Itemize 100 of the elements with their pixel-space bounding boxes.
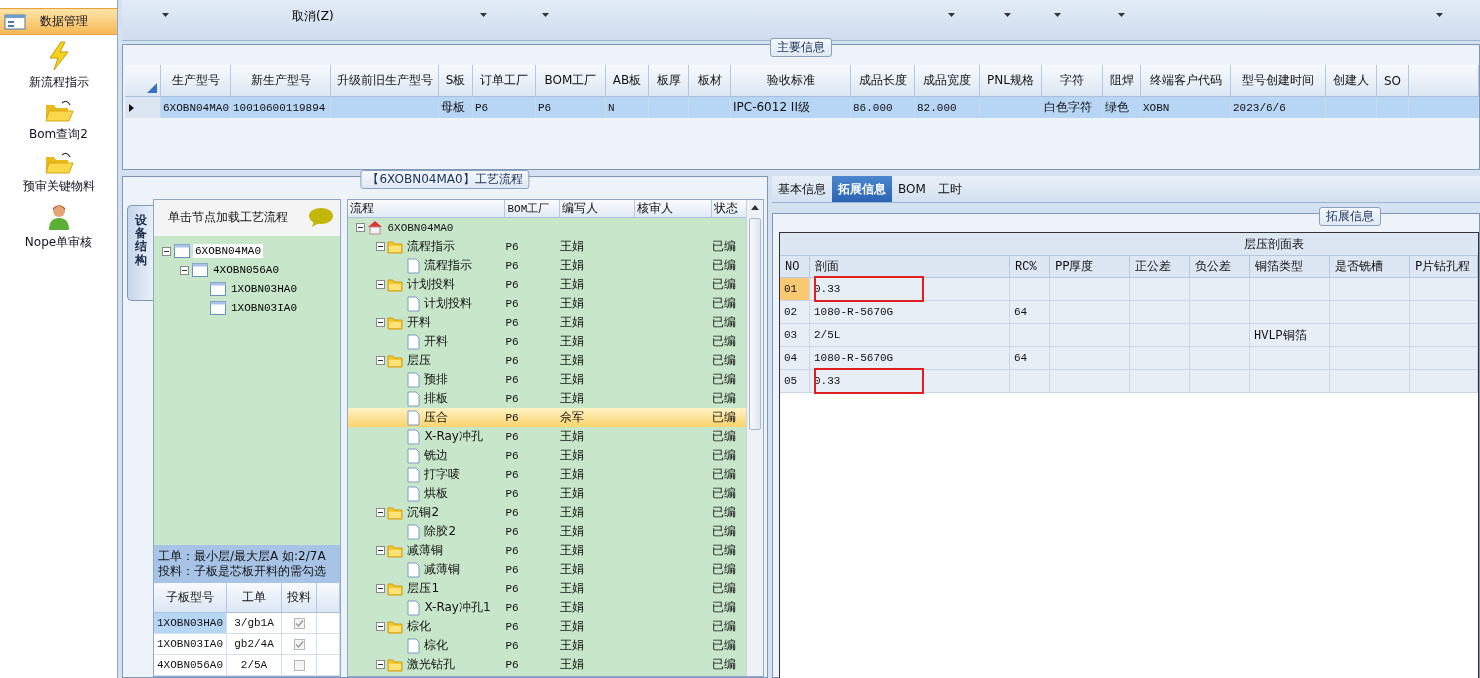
flow-step[interactable]: 棕化 <box>348 617 506 636</box>
column-header[interactable]: 板材 <box>689 65 731 97</box>
collapse-icon[interactable] <box>376 356 386 365</box>
flow-step[interactable]: 打字唛 <box>348 465 506 484</box>
flow-step[interactable]: 开料 <box>348 332 506 351</box>
flow-step[interactable]: 计划投料 <box>348 294 506 313</box>
tab[interactable]: 工时 <box>931 176 968 202</box>
column-header[interactable]: 铜箔类型 <box>1250 256 1330 278</box>
flow-step[interactable]: 排板 <box>348 389 506 408</box>
flow-step[interactable]: X-Ray冲孔 <box>348 427 506 446</box>
flow-step[interactable]: 沉铜2 <box>348 503 506 522</box>
tree-node[interactable]: 1XOBN03IA0 <box>229 301 299 316</box>
column-header[interactable]: SO <box>1377 65 1409 97</box>
collapse-icon[interactable] <box>180 265 189 275</box>
column-header[interactable]: 成品长度 <box>851 65 915 97</box>
column-header[interactable]: 订单工厂 <box>473 65 536 97</box>
dropdown-icon[interactable] <box>1118 13 1125 17</box>
tree-node[interactable]: 6XOBN04MA0 <box>193 244 263 259</box>
column-header[interactable]: 正公差 <box>1130 256 1190 278</box>
collapse-icon[interactable] <box>376 584 386 593</box>
column-header[interactable]: BOM工厂 <box>505 200 561 218</box>
column-header[interactable]: NO <box>780 256 810 278</box>
column-header[interactable]: 生产型号 <box>161 65 231 97</box>
checkbox[interactable] <box>293 638 305 650</box>
collapse-icon[interactable] <box>376 242 386 251</box>
side-tab[interactable]: 设备结构 <box>127 205 153 301</box>
collapse-icon[interactable] <box>376 508 386 517</box>
scroll-thumb[interactable] <box>749 218 761 430</box>
column-header[interactable]: 核审人 <box>635 200 713 218</box>
collapse-icon[interactable] <box>162 246 171 256</box>
column-header[interactable]: 阻焊 <box>1103 65 1141 97</box>
column-header[interactable]: 成品宽度 <box>915 65 980 97</box>
column-header[interactable]: 升级前旧生产型号 <box>331 65 439 97</box>
flow-step[interactable]: 减薄铜 <box>348 541 506 560</box>
flow-step[interactable]: 减薄铜 <box>348 560 506 579</box>
sidebar-item[interactable]: Nope单审核 <box>0 201 117 253</box>
checkbox[interactable] <box>293 659 305 671</box>
flow-step[interactable]: 层压 <box>348 351 506 370</box>
sidebar-item[interactable]: 预审关键物料 <box>0 149 117 197</box>
checkbox[interactable] <box>293 617 305 629</box>
tree-node[interactable]: 1XOBN03HA0 <box>229 282 299 297</box>
tab[interactable]: BOM <box>892 176 932 202</box>
dropdown-icon[interactable] <box>480 13 487 17</box>
tab[interactable]: 拓展信息 <box>832 176 892 202</box>
column-header[interactable]: 剖面 <box>810 256 1010 278</box>
flow-step[interactable]: 棕化 <box>348 636 506 655</box>
column-header[interactable]: 终端客户代码 <box>1141 65 1231 97</box>
sidebar-item[interactable]: Bom查询2 <box>0 97 117 145</box>
sidebar-item[interactable]: 数据管理 <box>0 8 117 35</box>
flow-step[interactable]: 烘板 <box>348 484 506 503</box>
column-header[interactable]: 编写人 <box>560 200 636 218</box>
flow-step[interactable]: 铣边 <box>348 446 506 465</box>
collapse-icon[interactable] <box>376 660 386 669</box>
dropdown-icon[interactable] <box>948 13 955 17</box>
tree-node[interactable]: 4XOBN056A0 <box>211 263 281 278</box>
scroll-up-icon[interactable] <box>751 205 759 210</box>
column-header[interactable]: 是否铣槽 <box>1330 256 1410 278</box>
column-header[interactable]: PNL规格 <box>980 65 1042 97</box>
collapse-icon[interactable] <box>376 546 386 555</box>
collapse-icon[interactable] <box>376 280 386 289</box>
column-header[interactable]: 状态 <box>712 200 749 218</box>
dropdown-icon[interactable] <box>1054 13 1061 17</box>
column-header[interactable]: 工单 <box>227 583 282 613</box>
column-header[interactable]: 负公差 <box>1190 256 1250 278</box>
sidebar-item[interactable]: 新流程指示 <box>0 39 117 93</box>
column-header[interactable]: 子板型号 <box>154 583 227 613</box>
dropdown-icon[interactable] <box>162 13 169 17</box>
flow-step[interactable]: 预排 <box>348 370 506 389</box>
column-header[interactable]: 板厚 <box>649 65 689 97</box>
collapse-icon[interactable] <box>376 318 386 327</box>
flow-step[interactable]: 流程指示 <box>348 237 506 256</box>
column-header[interactable]: 字符 <box>1042 65 1103 97</box>
row-header[interactable] <box>125 97 161 118</box>
column-header[interactable]: P片钻孔程 <box>1410 256 1478 278</box>
flow-step[interactable]: 压合 <box>348 408 506 427</box>
flow-step[interactable]: X-Ray冲孔1 <box>348 598 506 617</box>
flow-step[interactable]: 流程指示 <box>348 256 506 275</box>
column-header[interactable]: 流程 <box>348 200 506 218</box>
tab[interactable]: 基本信息 <box>772 176 832 202</box>
collapse-icon[interactable] <box>376 622 386 631</box>
flow-step[interactable]: 激光钻孔 <box>348 655 506 674</box>
dropdown-icon[interactable] <box>1004 13 1011 17</box>
column-header[interactable]: 验收标准 <box>731 65 851 97</box>
flow-step[interactable]: 6XOBN04MA0 <box>348 218 506 237</box>
flow-step[interactable]: 层压1 <box>348 579 506 598</box>
flow-step[interactable]: 除胶2 <box>348 522 506 541</box>
column-header[interactable]: 新生产型号 <box>231 65 331 97</box>
dropdown-icon[interactable] <box>542 13 549 17</box>
column-header[interactable]: 投料 <box>282 583 317 613</box>
column-header[interactable]: 型号创建时间 <box>1231 65 1326 97</box>
flow-step[interactable]: 开料 <box>348 313 506 332</box>
column-header[interactable]: PP厚度 <box>1050 256 1130 278</box>
collapse-icon[interactable] <box>356 223 366 232</box>
scrollbar[interactable] <box>746 200 763 676</box>
flow-step[interactable]: 计划投料 <box>348 275 506 294</box>
column-header[interactable]: S板 <box>439 65 473 97</box>
column-header[interactable]: 创建人 <box>1326 65 1377 97</box>
cancel-menu-item[interactable]: 取消(Z) <box>292 8 334 25</box>
column-header[interactable]: RC% <box>1010 256 1050 278</box>
dropdown-icon[interactable] <box>1436 13 1443 17</box>
